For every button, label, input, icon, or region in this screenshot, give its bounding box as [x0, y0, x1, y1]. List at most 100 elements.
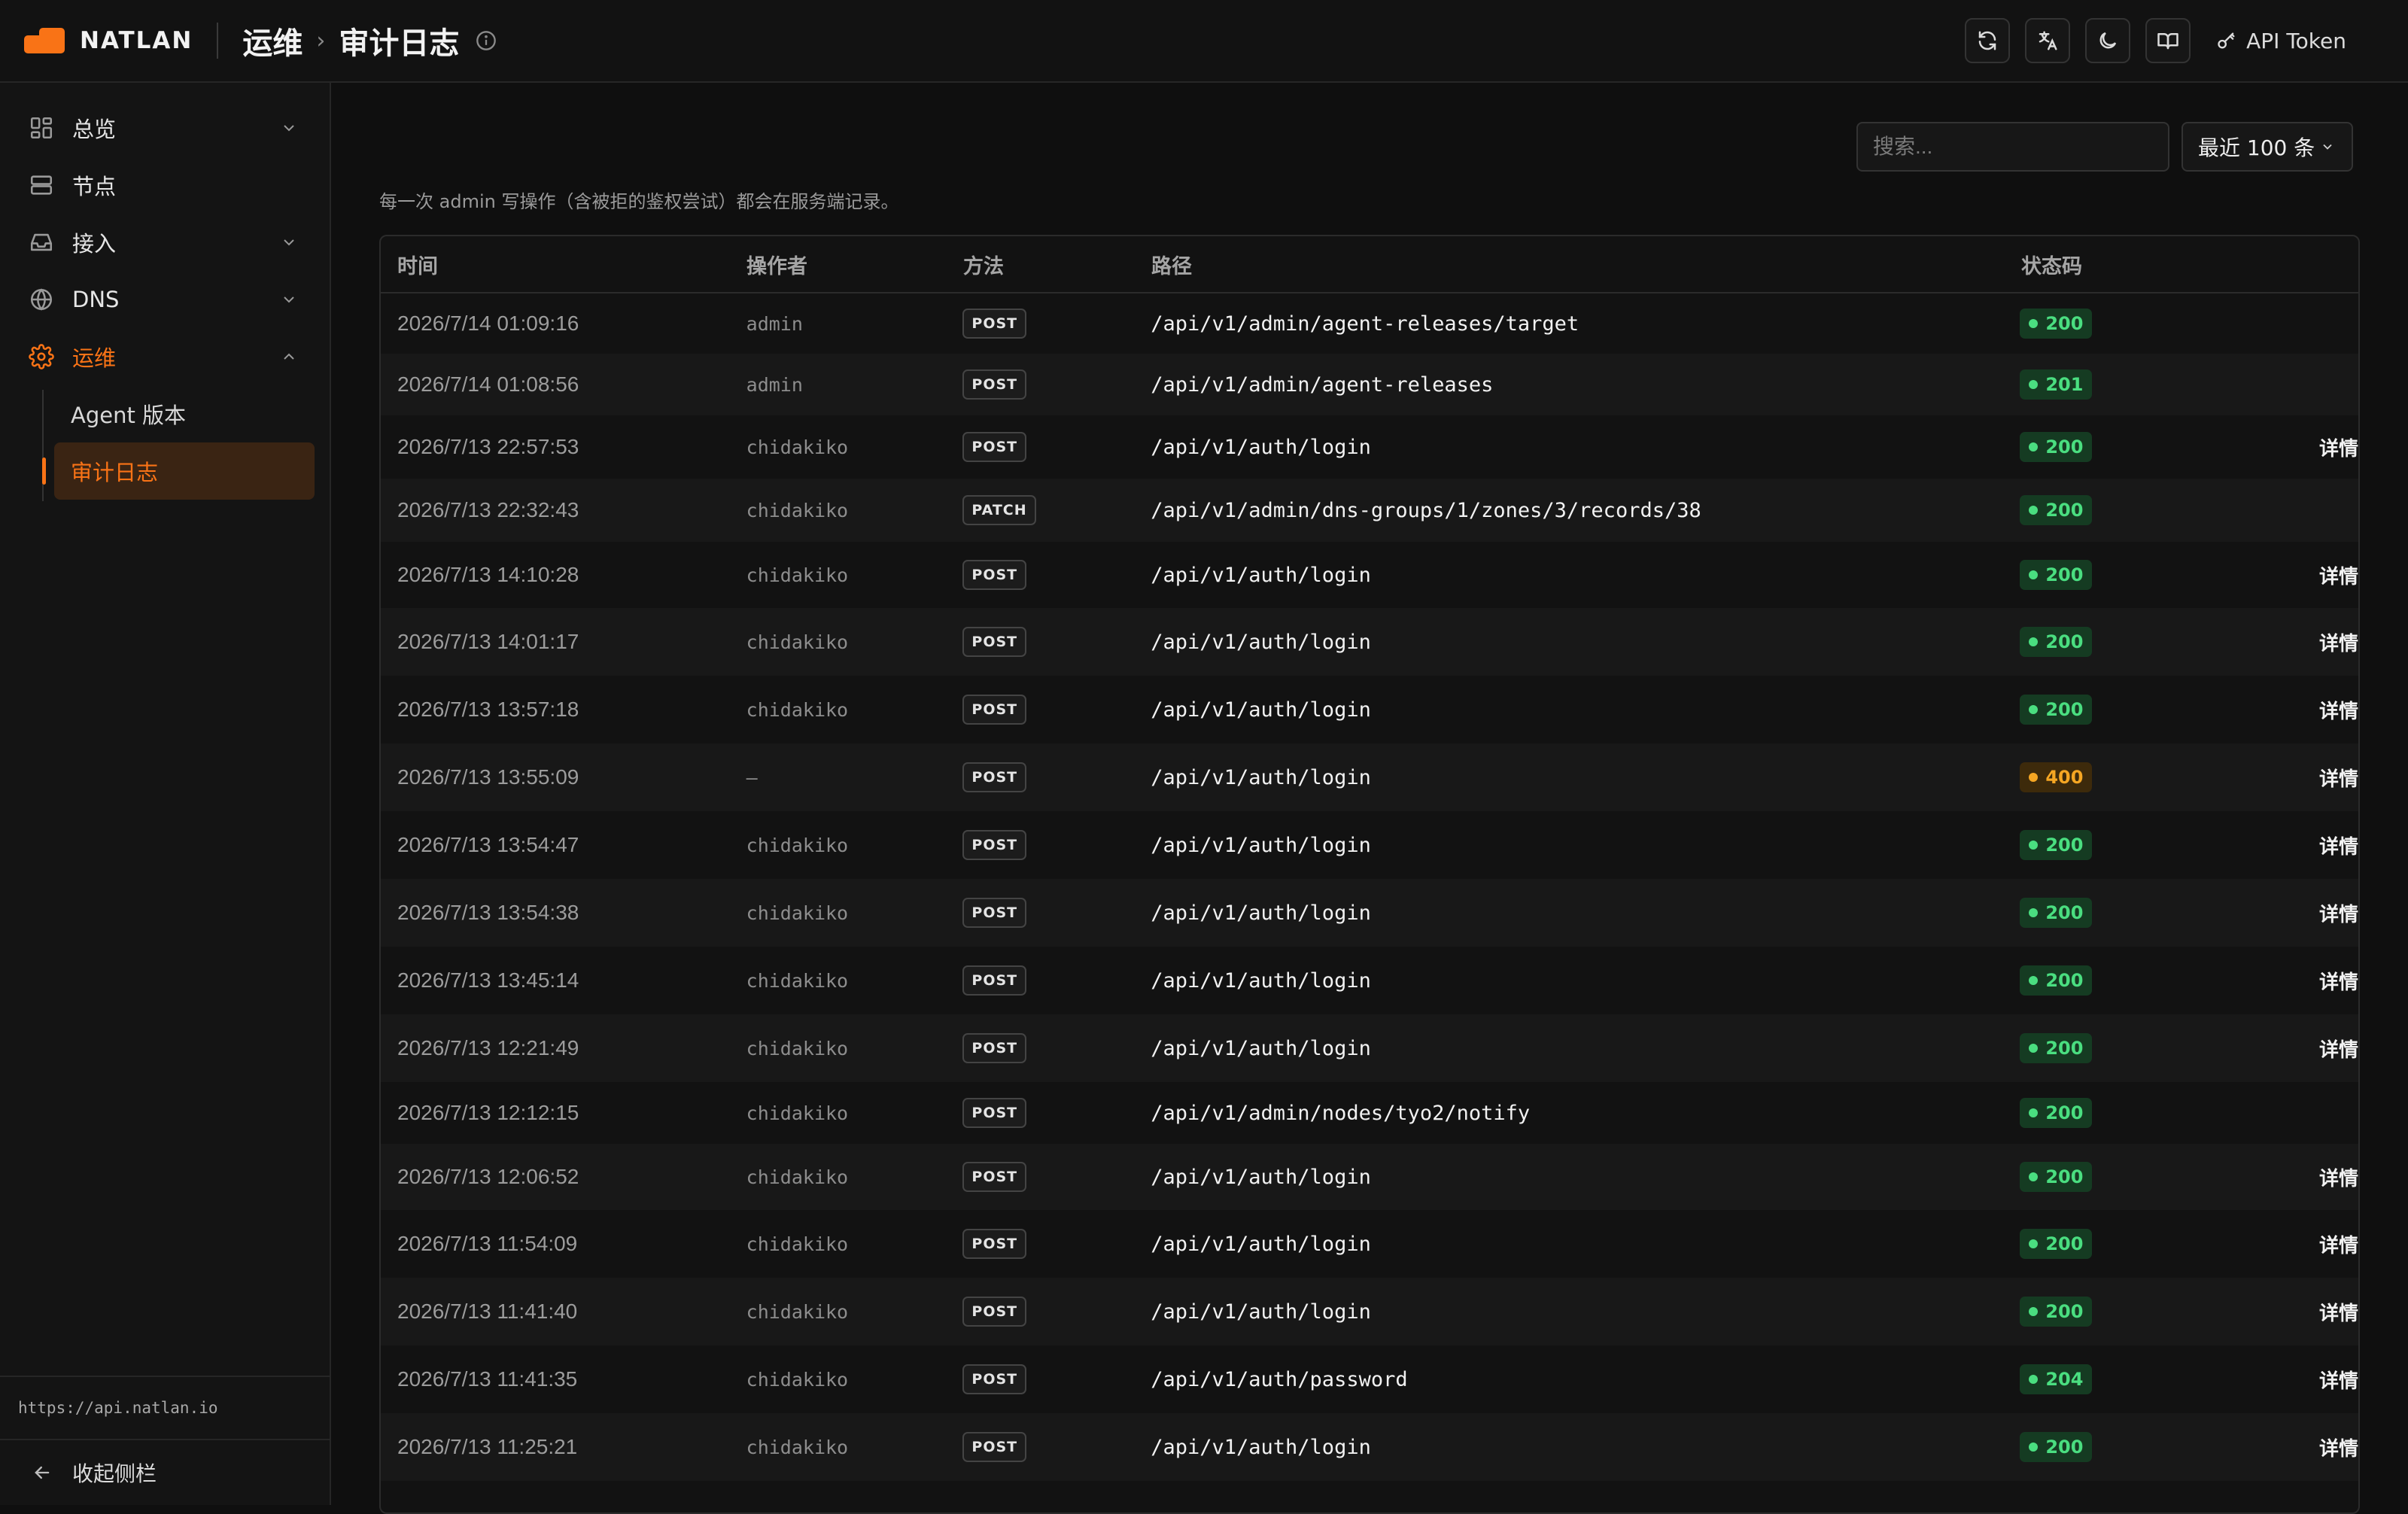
cell-operator: chidakiko — [746, 969, 849, 992]
divider — [217, 23, 219, 59]
info-icon[interactable] — [476, 30, 497, 51]
cell-path: /api/v1/admin/agent-releases/target — [1151, 312, 1579, 336]
detail-link[interactable]: 详情 — [2268, 1230, 2358, 1258]
table-row[interactable]: 2026/7/13 11:41:40 chidakiko POST/api/v1/a… — [381, 1278, 2358, 1345]
search-input[interactable] — [1856, 122, 2169, 172]
method-badge: POST — [962, 695, 1027, 725]
cell-operator: chidakiko — [746, 631, 849, 653]
theme-toggle-button[interactable] — [2085, 18, 2131, 63]
table-row[interactable]: 2026/7/13 13:55:09 — POST/api/v1/auth/logi… — [381, 743, 2358, 811]
table-row[interactable]: 2026/7/14 01:09:16 admin POST/api/v1/admin… — [381, 293, 2358, 354]
sidebar-item-access[interactable]: 接入 — [0, 214, 330, 271]
status-dot-icon — [2029, 908, 2039, 917]
refresh-button[interactable] — [1965, 18, 2011, 63]
cell-time: 2026/7/13 22:32:43 — [397, 498, 579, 521]
cell-status: 200 — [2020, 309, 2268, 339]
cell-path: /api/v1/auth/login — [1151, 968, 1371, 993]
table-row[interactable]: 2026/7/13 22:32:43 chidakiko PATCH/api/v1/… — [381, 479, 2358, 542]
cell-operator: chidakiko — [746, 499, 849, 521]
api-token-button[interactable]: API Token — [2206, 18, 2354, 63]
status-badge: 200 — [2020, 1229, 2093, 1259]
status-badge: 200 — [2020, 432, 2093, 462]
sidebar-item-agent-version[interactable]: Agent 版本 — [54, 385, 315, 442]
sidebar-item-nodes[interactable]: 节点 — [0, 157, 330, 214]
sidebar-item-audit-log[interactable]: 审计日志 — [42, 442, 315, 500]
sidebar-item-label: 总览 — [72, 117, 117, 142]
docs-button[interactable] — [2145, 18, 2191, 63]
table-row[interactable]: 2026/7/13 14:01:17 chidakiko POST/api/v1/a… — [381, 608, 2358, 676]
table-row[interactable]: 2026/7/13 11:25:21 chidakiko POST/api/v1/a… — [381, 1413, 2358, 1481]
table-row[interactable]: 2026/7/13 22:57:53 chidakiko POST/api/v1/a… — [381, 415, 2358, 479]
cell-time: 2026/7/13 13:54:47 — [397, 833, 579, 856]
detail-link[interactable]: 详情 — [2268, 433, 2358, 461]
table-row[interactable]: 2026/7/13 12:06:52 chidakiko POST/api/v1/a… — [381, 1144, 2358, 1210]
cell-path: /api/v1/auth/password — [1151, 1367, 1408, 1391]
api-url: https://api.natlan.io — [0, 1376, 330, 1439]
cell-operator: admin — [746, 312, 803, 335]
detail-link[interactable]: 详情 — [2268, 561, 2358, 589]
detail-link[interactable]: 详情 — [2268, 967, 2358, 995]
detail-link[interactable]: 详情 — [2268, 1366, 2358, 1394]
detail-link[interactable]: 详情 — [2268, 1433, 2358, 1461]
method-badge: POST — [962, 898, 1027, 928]
breadcrumb-section[interactable]: 运维 — [242, 19, 303, 62]
cell-operator: chidakiko — [746, 1436, 849, 1458]
language-button[interactable] — [2025, 18, 2071, 63]
range-select[interactable]: 最近 100 条 — [2181, 122, 2353, 172]
detail-link[interactable]: 详情 — [2268, 764, 2358, 792]
sidebar-item-overview[interactable]: 总览 — [0, 99, 330, 157]
table-row[interactable]: 2026/7/14 01:08:56 admin POST/api/v1/admin… — [381, 354, 2358, 415]
detail-link[interactable]: 详情 — [2268, 696, 2358, 724]
cell-status: 200 — [2020, 432, 2268, 462]
column-header-method[interactable]: 方法 — [963, 250, 1151, 279]
cell-status: 200 — [2020, 1229, 2268, 1259]
cell-time: 2026/7/13 14:10:28 — [397, 563, 579, 586]
sidebar-item-dns[interactable]: DNS — [0, 271, 330, 328]
detail-link[interactable]: 详情 — [2268, 1035, 2358, 1063]
method-badge: POST — [962, 762, 1027, 792]
detail-link[interactable]: 详情 — [2268, 1298, 2358, 1326]
column-header-status[interactable]: 状态码 — [2021, 250, 2270, 279]
cell-operator: chidakiko — [746, 698, 849, 721]
globe-icon — [30, 288, 53, 311]
gear-icon — [29, 344, 54, 369]
table-row[interactable]: 2026/7/13 12:12:15 chidakiko POST/api/v1/a… — [381, 1082, 2358, 1144]
table-row[interactable]: 2026/7/13 13:54:38 chidakiko POST/api/v1/a… — [381, 879, 2358, 947]
detail-link[interactable]: 详情 — [2268, 628, 2358, 656]
sidebar-item-label: 接入 — [72, 231, 117, 257]
table-row[interactable]: 2026/7/13 11:41:35 chidakiko POST/api/v1/a… — [381, 1345, 2358, 1413]
cell-path: /api/v1/auth/login — [1151, 698, 1371, 722]
status-dot-icon — [2029, 570, 2039, 579]
table-row[interactable]: 2026/7/13 13:57:18 chidakiko POST/api/v1/a… — [381, 676, 2358, 743]
table-row[interactable]: 2026/7/13 13:45:14 chidakiko POST/api/v1/a… — [381, 947, 2358, 1014]
status-dot-icon — [2029, 442, 2039, 451]
table-row[interactable]: 2026/7/13 13:54:47 chidakiko POST/api/v1/a… — [381, 811, 2358, 879]
cell-time: 2026/7/13 13:57:18 — [397, 698, 579, 721]
table-row[interactable]: 2026/7/13 14:10:28 chidakiko POST/api/v1/a… — [381, 542, 2358, 608]
method-badge: POST — [962, 1098, 1027, 1128]
detail-link[interactable]: 详情 — [2268, 831, 2358, 859]
sidebar-item-ops[interactable]: 运维 — [0, 328, 330, 385]
cell-time: 2026/7/13 13:55:09 — [397, 765, 579, 789]
cell-status: 200 — [2020, 830, 2268, 860]
sidebar-item-label: 运维 — [72, 345, 117, 371]
column-header-time[interactable]: 时间 — [381, 250, 746, 279]
cell-method: POST — [962, 1033, 1151, 1063]
detail-link[interactable]: 详情 — [2268, 899, 2358, 927]
brand[interactable]: NATLAN — [24, 27, 193, 54]
collapse-sidebar-button[interactable]: 收起侧栏 — [0, 1439, 330, 1505]
column-header-operator[interactable]: 操作者 — [746, 250, 963, 279]
cell-method: POST — [962, 627, 1151, 657]
cell-status: 400 — [2020, 762, 2268, 792]
table-row[interactable]: 2026/7/13 12:21:49 chidakiko POST/api/v1/a… — [381, 1014, 2358, 1082]
status-badge: 200 — [2020, 627, 2093, 657]
table-row[interactable]: 2026/7/13 11:54:09 chidakiko POST/api/v1/a… — [381, 1210, 2358, 1278]
status-dot-icon — [2029, 1172, 2039, 1181]
cell-method: POST — [962, 309, 1151, 339]
natlan-logo-icon — [24, 28, 65, 53]
cell-operator: chidakiko — [746, 564, 849, 586]
detail-link[interactable]: 详情 — [2268, 1163, 2358, 1191]
status-code: 200 — [2045, 436, 2084, 458]
column-header-path[interactable]: 路径 — [1151, 250, 2021, 279]
chevron-down-icon — [284, 296, 294, 303]
